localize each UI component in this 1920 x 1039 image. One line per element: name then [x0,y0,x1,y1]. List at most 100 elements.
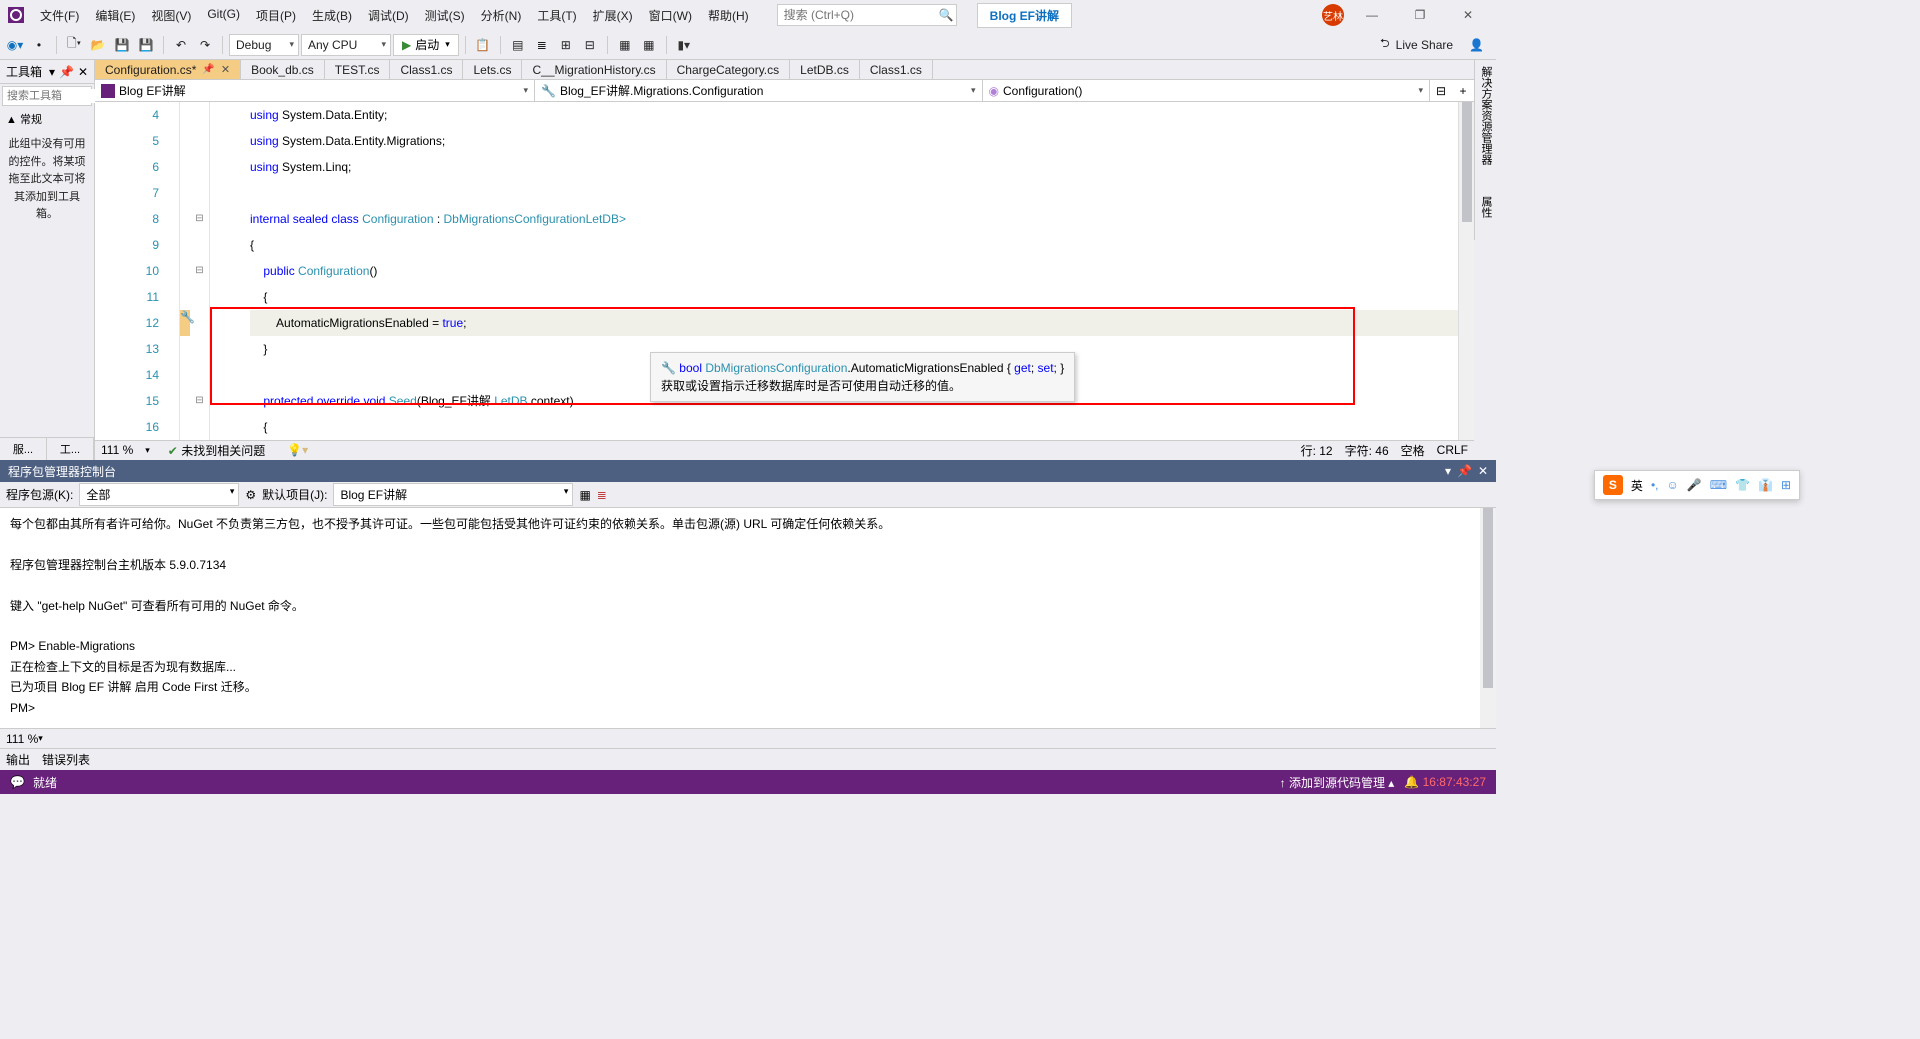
toolbox-search[interactable]: 🔍 [2,86,92,106]
menu-扩展X[interactable]: 扩展(X) [585,3,641,28]
redo-icon[interactable]: ↷ [194,34,216,56]
undo-icon[interactable]: ↶ [170,34,192,56]
ime-skin-icon[interactable]: 👔 [1758,478,1773,492]
save-all-icon[interactable]: 💾 [135,34,157,56]
pm-console-output[interactable]: 每个包都由其所有者许可给你。NuGet 不负责第三方包，也不授予其许可证。一些包… [0,508,1496,728]
platform-combo[interactable]: Any CPU [301,34,391,56]
menu-生成B[interactable]: 生成(B) [304,3,360,28]
menu-GitG[interactable]: Git(G) [199,3,248,28]
console-scrollbar[interactable] [1480,508,1496,728]
menu-项目P[interactable]: 项目(P) [248,3,304,28]
tab-server[interactable]: 服... [0,438,47,460]
sogou-icon[interactable]: S [1603,475,1623,495]
open-icon[interactable]: 📂 [87,34,109,56]
tb-icon-3[interactable]: ≣ [531,34,553,56]
pm-zoom[interactable]: 111 % [6,732,38,746]
gear-icon[interactable]: ⚙ [245,488,256,502]
tab-output[interactable]: 输出 [6,751,30,768]
search-input[interactable] [784,8,939,22]
menu-测试S[interactable]: 测试(S) [417,3,473,28]
dropdown-icon[interactable]: ▾ [49,65,55,79]
file-tab[interactable]: LetDB.cs [790,60,860,79]
config-combo[interactable]: Debug [229,34,299,56]
menu-帮助H[interactable]: 帮助(H) [700,3,757,28]
ime-grid-icon[interactable]: ⊞ [1781,478,1791,492]
pm-source-combo[interactable]: 全部 [79,483,239,506]
menu-分析N[interactable]: 分析(N) [473,3,530,28]
nav-fwd-icon[interactable]: • [28,34,50,56]
pm-icon-2[interactable]: ≣ [597,488,607,502]
maximize-button[interactable]: ❐ [1400,1,1440,29]
add-view-icon[interactable]: + [1452,84,1474,98]
tab-toolbox[interactable]: 工... [47,438,94,460]
nav-back-icon[interactable]: ◉▾ [4,34,26,56]
tb-icon-6[interactable]: ▦ [614,34,636,56]
file-tab[interactable]: Configuration.cs* 📌 ✕ [95,60,241,79]
zoom-level[interactable]: 111 % [101,443,133,457]
nav-namespace[interactable]: 🔧 Blog_EF讲解.Migrations.Configuration [535,80,983,101]
pin-icon[interactable]: 📌 [1457,464,1472,478]
ime-punct-icon[interactable]: •, [1651,478,1659,492]
user-avatar[interactable]: 艺林 [1322,4,1344,26]
file-tab[interactable]: TEST.cs [325,60,391,79]
blog-ef-button[interactable]: Blog EF讲解 [977,3,1072,28]
ime-toolbar[interactable]: S 英 •, ☺ 🎤 ⌨ 👕 👔 ⊞ [1594,470,1800,500]
ime-lang[interactable]: 英 [1631,477,1643,494]
pm-project-combo[interactable]: Blog EF讲解 [333,483,573,506]
lightbulb-icon[interactable]: 💡▾ [287,443,308,457]
tb-icon-1[interactable]: 📋 [472,34,494,56]
account-icon[interactable]: 👤 [1469,38,1484,52]
toolbox-title: 工具箱 ▾ 📌 ✕ [0,60,94,84]
close-icon[interactable]: ✕ [1478,464,1488,478]
scroll-thumb[interactable] [1462,102,1472,222]
feedback-icon[interactable]: 💬 [10,775,25,789]
tb-icon-2[interactable]: ▤ [507,34,529,56]
file-tab[interactable]: C__MigrationHistory.cs [522,60,666,79]
menu-文件F[interactable]: 文件(F) [32,3,87,28]
tb-icon-8[interactable]: ▮▾ [673,34,695,56]
file-tab[interactable]: Book_db.cs [241,60,325,79]
pin-icon[interactable]: 📌 [202,64,214,75]
tb-icon-4[interactable]: ⊞ [555,34,577,56]
menu-窗口W[interactable]: 窗口(W) [641,3,700,28]
close-button[interactable]: ✕ [1448,1,1488,29]
file-tab[interactable]: ChargeCategory.cs [667,60,791,79]
new-icon[interactable]: 🗋▾ [63,34,85,56]
code-editor[interactable]: 45678910111213141516 🔧 ⊟⊟⊟ using System.… [95,102,1474,440]
ime-keyboard-icon[interactable]: ⌨ [1710,478,1727,492]
file-tab[interactable]: Class1.cs [390,60,463,79]
ime-mic-icon[interactable]: 🎤 [1687,478,1702,492]
live-share-button[interactable]: ⮌ Live Share 👤 [1372,34,1492,55]
solution-explorer-tab[interactable]: 解决方案资源管理器 [1474,60,1496,190]
menu-视图V[interactable]: 视图(V) [143,3,199,28]
menu-调试D[interactable]: 调试(D) [360,3,417,28]
source-control-button[interactable]: ↑ 添加到源代码管理 ▴ [1280,774,1395,791]
ime-emoji-icon[interactable]: ☺ [1666,478,1678,492]
save-icon[interactable]: 💾 [111,34,133,56]
file-tab[interactable]: Lets.cs [463,60,522,79]
menu-工具T[interactable]: 工具(T) [529,3,584,28]
minimize-button[interactable]: — [1352,1,1392,29]
editor-scrollbar[interactable] [1458,102,1474,440]
close-icon[interactable]: ✕ [221,63,230,76]
close-icon[interactable]: ✕ [78,65,88,79]
tb-icon-7[interactable]: ▦ [638,34,660,56]
menu-编辑E[interactable]: 编辑(E) [87,3,143,28]
nav-project[interactable]: Blog EF讲解 [95,80,535,101]
global-search[interactable]: 🔍 [777,4,957,26]
properties-tab[interactable]: 属性 [1474,190,1496,240]
dropdown-icon[interactable]: ▾ [1445,464,1451,478]
nav-member[interactable]: ◉ Configuration() [983,80,1431,101]
tb-icon-5[interactable]: ⊟ [579,34,601,56]
scroll-thumb[interactable] [1483,508,1493,688]
toolbox-category[interactable]: ▲ 常规 [0,108,94,130]
file-tab[interactable]: Class1.cs [860,60,933,79]
ime-user-icon[interactable]: 👕 [1735,478,1750,492]
split-icon[interactable]: ⊟ [1430,84,1452,98]
issues-indicator[interactable]: ✔ 未找到相关问题 [168,442,265,459]
pin-icon[interactable]: 📌 [59,65,74,79]
notifications-button[interactable]: 🔔 16:87:43:27 [1404,775,1486,789]
start-debug-button[interactable]: ▶启动▾ [393,34,459,56]
tab-error-list[interactable]: 错误列表 [42,751,90,768]
pm-icon-1[interactable]: ▦ [579,488,590,502]
